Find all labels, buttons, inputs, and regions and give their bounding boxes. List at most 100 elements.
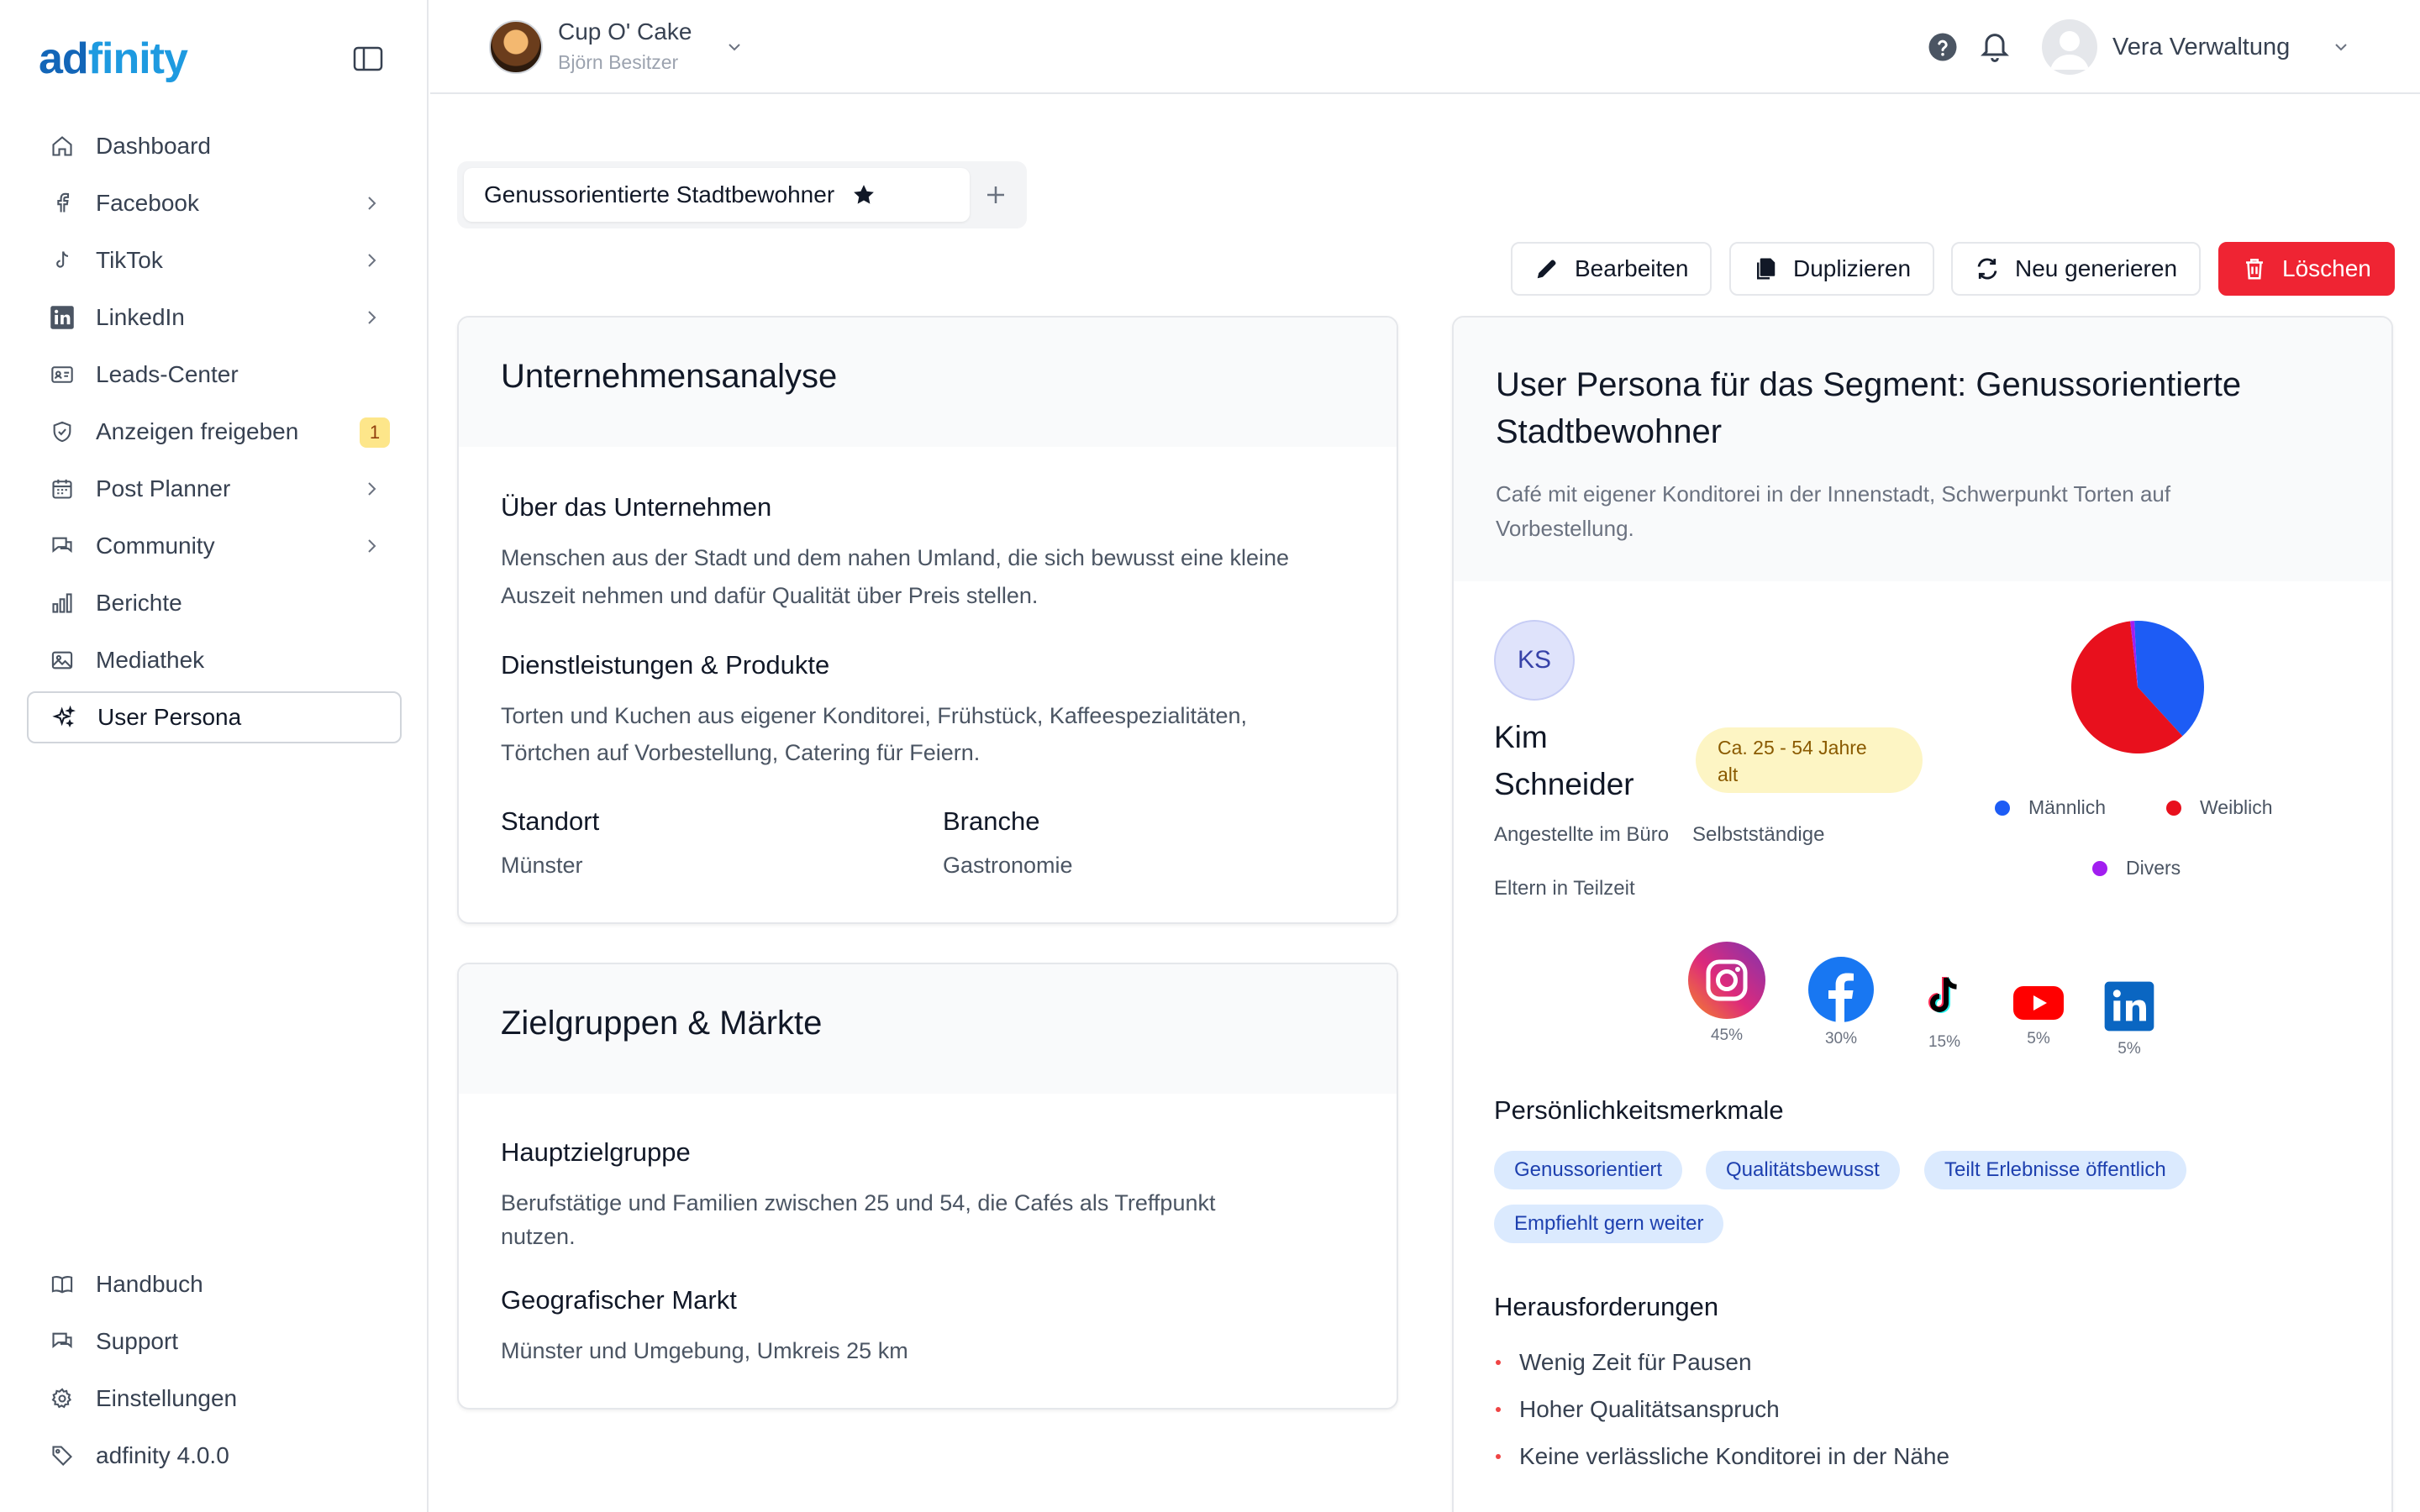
duplicate-button[interactable]: Duplizieren xyxy=(1729,242,1935,296)
sidebar-item-einstellungen[interactable]: Einstellungen xyxy=(27,1373,402,1425)
chevron-down-icon[interactable] xyxy=(724,37,744,57)
tiktok-icon xyxy=(1914,966,1975,1026)
sidebar-item-dashboard[interactable]: Dashboard xyxy=(27,120,402,172)
book-icon xyxy=(49,1271,76,1298)
services-title: Dienstleistungen & Produkte xyxy=(501,650,830,680)
add-tab-icon[interactable] xyxy=(971,168,1020,222)
sidebar-item-label: Berichte xyxy=(96,590,182,616)
legend-label: Männlich xyxy=(2028,796,2107,818)
trash-icon xyxy=(2242,256,2267,281)
tab-label: Genussorientierte Stadtbewohner xyxy=(484,181,835,207)
legend-label: Weiblich xyxy=(2200,796,2273,818)
chat-icon xyxy=(49,533,76,559)
sidebar-item-user-persona[interactable]: User Persona xyxy=(27,691,402,743)
sidebar-item-label: adfinity 4.0.0 xyxy=(96,1442,229,1468)
facebook-icon xyxy=(49,190,76,217)
age-range-badge: Ca. 25 - 54 Jahre alt xyxy=(1696,727,1923,793)
social-tiktok: 15% xyxy=(1914,966,1975,1052)
geo-market-text: Münster und Umgebung, Umkreis 25 km xyxy=(501,1338,908,1363)
user-avatar[interactable] xyxy=(2042,19,2097,75)
sidebar-item-community[interactable]: Community xyxy=(27,520,402,572)
occupation-tag: Angestellte im Büro xyxy=(1494,823,1670,846)
user-name[interactable]: Vera Verwaltung xyxy=(2112,34,2290,61)
gear-icon xyxy=(49,1385,76,1412)
card-header: Zielgruppen & Märkte xyxy=(459,964,1397,1094)
delete-button[interactable]: Löschen xyxy=(2218,242,2395,296)
trait-chip: Qualitätsbewusst xyxy=(1706,1151,1900,1189)
id-card-icon xyxy=(49,361,76,388)
sidebar-item-linkedin[interactable]: LinkedIn xyxy=(27,291,402,344)
chevron-right-icon xyxy=(361,307,381,328)
challenge-item: Keine verlässliche Konditorei in der Näh… xyxy=(1496,1443,1949,1470)
linkedin-icon xyxy=(2102,979,2156,1033)
duplicate-button-label: Duplizieren xyxy=(1793,255,1912,281)
shield-check-icon xyxy=(49,418,76,445)
persona-description: Café mit eigener Konditorei in der Innen… xyxy=(1496,477,2349,546)
linkedin-icon xyxy=(49,304,76,331)
sidebar-item-label: Leads-Center xyxy=(96,361,239,387)
chevron-down-icon[interactable] xyxy=(2331,37,2351,57)
sidebar-item-post-planner[interactable]: Post Planner xyxy=(27,463,402,515)
sidebar-item-facebook[interactable]: Facebook xyxy=(27,177,402,229)
geo-market-title: Geografischer Markt xyxy=(501,1285,737,1315)
user-persona-card: User Persona für das Segment: Genussorie… xyxy=(1452,316,2393,1512)
occupation-tag: Eltern in Teilzeit xyxy=(1494,877,1635,900)
edit-button[interactable]: Bearbeiten xyxy=(1511,242,1712,296)
tab-genussorientierte-stadtbewohner[interactable]: Genussorientierte Stadtbewohner xyxy=(464,168,970,222)
sidebar-item-berichte[interactable]: Berichte xyxy=(27,577,402,629)
gender-pie-chart xyxy=(2071,621,2204,753)
chevron-right-icon xyxy=(361,479,381,499)
sidebar-item-tiktok[interactable]: TikTok xyxy=(27,234,402,286)
persona-title-line2: Stadtbewohner xyxy=(1496,413,1723,450)
main-target-group-line2: nutzen. xyxy=(501,1224,576,1249)
trait-chip: Empfiehlt gern weiter xyxy=(1494,1205,1724,1243)
chevron-right-icon xyxy=(361,536,381,556)
sidebar-toggle-icon[interactable] xyxy=(353,46,383,71)
sidebar-item-label: Anzeigen freigeben xyxy=(96,418,299,444)
challenge-item: Wenig Zeit für Pausen xyxy=(1496,1349,1752,1376)
sidebar-item-version[interactable]: adfinity 4.0.0 xyxy=(27,1430,402,1482)
card-header: Unternehmensanalyse xyxy=(459,318,1397,447)
location-label: Standort xyxy=(501,806,600,836)
legend-item-maennlich: Männlich xyxy=(1995,796,2106,819)
age-range-line1: Ca. 25 - 54 Jahre xyxy=(1718,737,1867,759)
challenge-text: Wenig Zeit für Pausen xyxy=(1519,1349,1752,1375)
top-bar: Cup O' Cake Björn Besitzer Vera Verwaltu… xyxy=(430,0,2420,94)
occupation-tag: Selbstständige xyxy=(1692,823,1825,846)
sidebar-item-mediathek[interactable]: Mediathek xyxy=(27,634,402,686)
location-value: Münster xyxy=(501,853,583,878)
star-icon[interactable] xyxy=(851,182,876,207)
image-icon xyxy=(49,647,76,674)
regenerate-button[interactable]: Neu generieren xyxy=(1951,242,2202,296)
brand-name[interactable]: Cup O' Cake xyxy=(558,18,692,45)
sidebar-item-label: TikTok xyxy=(96,247,163,273)
industry-label: Branche xyxy=(943,806,1040,836)
sidebar-item-handbuch[interactable]: Handbuch xyxy=(27,1258,402,1310)
sidebar-item-label: Post Planner xyxy=(96,475,231,501)
facebook-icon xyxy=(1807,956,1875,1023)
challenge-text: Keine verlässliche Konditorei in der Näh… xyxy=(1519,1443,1950,1469)
social-youtube: 5% xyxy=(2012,983,2065,1048)
persona-title-line1: User Persona für das Segment: Genussorie… xyxy=(1496,366,2242,403)
social-percentage: 5% xyxy=(2118,1040,2141,1058)
sidebar-item-anzeigen-freigeben[interactable]: Anzeigen freigeben 1 xyxy=(27,406,402,458)
sidebar-bottom-nav: Handbuch Support Einstellungen adfinity … xyxy=(27,1258,402,1487)
persona-first-name: Kim xyxy=(1494,720,1548,754)
help-icon[interactable] xyxy=(1928,32,1958,62)
about-text-line2: Auszeit nehmen und dafür Qualität über P… xyxy=(501,583,1039,608)
brand-avatar[interactable] xyxy=(489,20,543,74)
persona-description-line2: Vorbestellung. xyxy=(1496,516,1634,541)
bullet-dot xyxy=(1496,1407,1501,1412)
sidebar-item-label: Support xyxy=(96,1328,179,1354)
social-percentage: 30% xyxy=(1824,1030,1858,1047)
persona-initials-avatar: KS xyxy=(1494,620,1575,701)
social-instagram: 45% xyxy=(1687,941,1766,1045)
sidebar-item-support[interactable]: Support xyxy=(27,1315,402,1368)
persona-last-name: Schneider xyxy=(1494,767,1634,801)
card-title: Zielgruppen & Märkte xyxy=(501,1005,823,1042)
adfinity-logo[interactable]: adfinity xyxy=(39,34,188,84)
bell-icon[interactable] xyxy=(1978,29,2012,64)
industry-value: Gastronomie xyxy=(943,853,1073,878)
main-target-group-line1: Berufstätige und Familien zwischen 25 un… xyxy=(501,1190,1216,1215)
sidebar-item-leads-center[interactable]: Leads-Center xyxy=(27,349,402,401)
